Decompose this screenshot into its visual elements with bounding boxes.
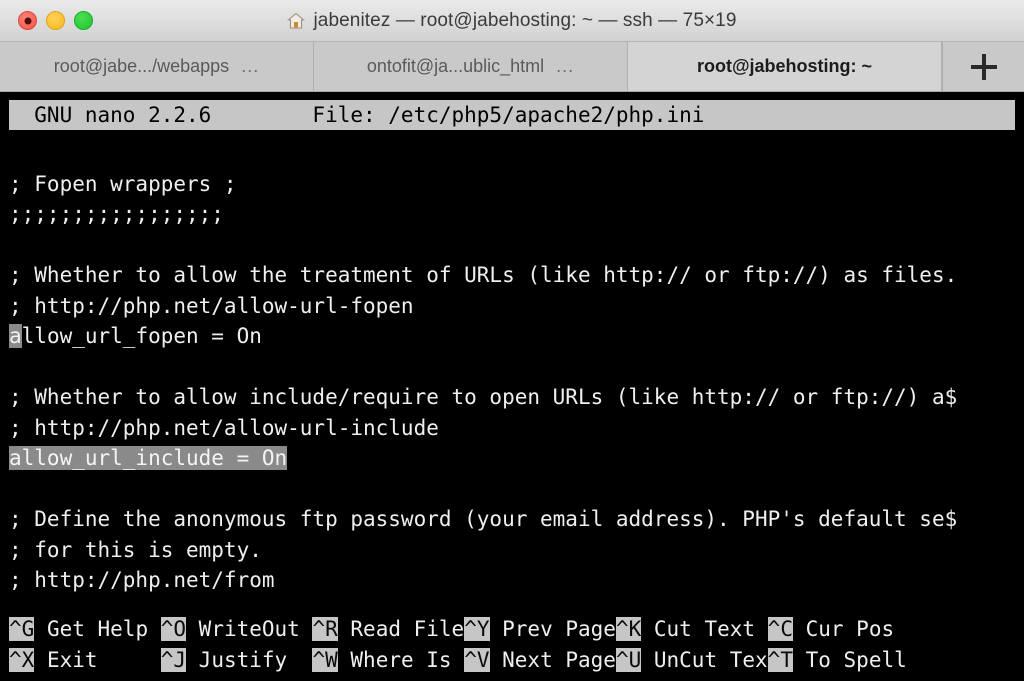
shortcut-key[interactable]: ^X xyxy=(9,647,35,672)
nano-text-line xyxy=(9,352,1024,383)
nano-title-bar: GNU nano 2.2.6 File: /etc/php5/apache2/p… xyxy=(9,100,1015,130)
nano-text-area[interactable]: ; Fopen wrappers ;;;;;;;;;;;;;;;;;; ; Whe… xyxy=(9,138,1024,596)
shortcut-label[interactable]: Next Page xyxy=(490,648,616,672)
shortcut-label[interactable]: Cut Text xyxy=(641,617,767,641)
selected-text: allow_url_include = On xyxy=(9,446,288,470)
text-run: ; http://php.net/allow-url-include xyxy=(9,415,439,440)
text-cursor: a xyxy=(9,324,22,348)
tab-ontofit-public-html[interactable]: ontofit@ja...ublic_html ... xyxy=(314,42,628,91)
close-window-button[interactable] xyxy=(18,11,37,30)
window-titlebar[interactable]: jabenitez — root@jabehosting: ~ — ssh — … xyxy=(0,0,1024,42)
window-title-container: jabenitez — root@jabehosting: ~ — ssh — … xyxy=(0,0,1024,41)
nano-text-line: ; http://php.net/allow-url-fopen xyxy=(9,291,1024,322)
nano-text-line xyxy=(9,138,1024,169)
shortcut-label[interactable]: Prev Page xyxy=(490,617,616,641)
shortcut-key[interactable]: ^W xyxy=(312,647,338,672)
shortcut-key[interactable]: ^R xyxy=(312,617,338,641)
nano-text-line: ; Whether to allow include/require to op… xyxy=(9,382,1024,413)
shortcut-key[interactable]: ^U xyxy=(615,647,642,672)
terminal-window: jabenitez — root@jabehosting: ~ — ssh — … xyxy=(0,0,1024,681)
nano-text-line: allow_url_include = On xyxy=(9,443,1024,474)
shortcut-label[interactable]: Get Help xyxy=(34,617,160,641)
tab-label: ontofit@ja...ublic_html xyxy=(366,56,545,76)
text-run: llow_url_fopen = On xyxy=(21,324,262,348)
nano-text-line: ; Whether to allow the treatment of URLs… xyxy=(9,260,1024,291)
text-run: ; http://php.net/allow-url-fopen xyxy=(9,293,414,318)
nano-text-line: ; for this is empty. xyxy=(9,535,1024,566)
terminal-content[interactable]: GNU nano 2.2.6 File: /etc/php5/apache2/p… xyxy=(0,92,1024,681)
nano-text-line xyxy=(9,474,1024,505)
nano-text-line: allow_url_fopen = On xyxy=(9,321,1024,352)
new-tab-button[interactable] xyxy=(942,42,1024,91)
nano-text-line: ; Fopen wrappers ; xyxy=(9,169,1024,200)
shortcut-key[interactable]: ^O xyxy=(160,617,187,641)
shortcut-label[interactable]: UnCut Tex xyxy=(641,648,768,672)
tab-bar: root@jabe.../webapps ... ontofit@ja...ub… xyxy=(0,42,1024,92)
nano-text-line: ;;;;;;;;;;;;;;;;; xyxy=(9,199,1024,230)
window-title: jabenitez — root@jabehosting: ~ — ssh — … xyxy=(313,9,737,31)
minimize-window-button[interactable] xyxy=(46,11,65,30)
shortcut-key[interactable]: ^T xyxy=(767,647,793,672)
traffic-lights xyxy=(18,11,93,30)
tab-root-jabehosting[interactable]: root@jabehosting: ~ xyxy=(628,42,942,91)
home-icon xyxy=(287,12,306,30)
text-run: ; for this is empty. xyxy=(9,537,262,562)
text-run: ; Fopen wrappers ; xyxy=(9,171,237,196)
tab-overflow-dots-icon[interactable]: ... xyxy=(556,56,574,77)
maximize-window-button[interactable] xyxy=(74,11,93,30)
nano-text-line xyxy=(9,230,1024,261)
nano-text-line: ; Define the anonymous ftp password (you… xyxy=(9,504,1024,535)
shortcut-row: ^X Exit ^J Justify ^W Where Is ^V Next P… xyxy=(9,645,1024,676)
shortcut-label[interactable]: Justify xyxy=(186,648,312,672)
tab-label: root@jabe.../webapps xyxy=(53,56,230,76)
text-run: ; Define the anonymous ftp password (you… xyxy=(9,507,958,531)
tab-overflow-dots-icon[interactable]: ... xyxy=(241,56,259,77)
tab-label: root@jabehosting: ~ xyxy=(696,56,873,76)
shortcut-label[interactable]: Cur Pos xyxy=(793,617,895,641)
shortcut-label[interactable]: Read File xyxy=(338,617,464,641)
tab-root-webapps[interactable]: root@jabe.../webapps ... xyxy=(0,42,314,91)
text-run: ; Whether to allow include/require to op… xyxy=(9,385,958,409)
text-run: ; Whether to allow the treatment of URLs… xyxy=(9,263,958,287)
shortcut-key[interactable]: ^C xyxy=(767,617,793,641)
nano-text-line: ; http://php.net/from xyxy=(9,565,1024,596)
shortcut-key[interactable]: ^Y xyxy=(464,617,490,641)
shortcut-row: ^G Get Help ^O WriteOut ^R Read File^Y P… xyxy=(9,614,1024,645)
shortcut-label[interactable]: Exit xyxy=(34,648,160,672)
shortcut-key[interactable]: ^K xyxy=(615,617,642,641)
plus-icon xyxy=(970,53,997,80)
text-run: ;;;;;;;;;;;;;;;;; xyxy=(9,202,224,226)
shortcut-label[interactable]: To Spell xyxy=(793,648,907,672)
shortcut-key[interactable]: ^G xyxy=(9,617,35,641)
shortcut-label[interactable]: Where Is xyxy=(338,648,464,672)
text-run: ; http://php.net/from xyxy=(9,568,275,592)
shortcut-key[interactable]: ^V xyxy=(464,647,490,672)
nano-shortcut-bar: ^G Get Help ^O WriteOut ^R Read File^Y P… xyxy=(9,614,1024,675)
shortcut-label[interactable]: WriteOut xyxy=(186,617,312,641)
shortcut-key[interactable]: ^J xyxy=(160,647,187,672)
nano-text-line: ; http://php.net/allow-url-include xyxy=(9,413,1024,444)
